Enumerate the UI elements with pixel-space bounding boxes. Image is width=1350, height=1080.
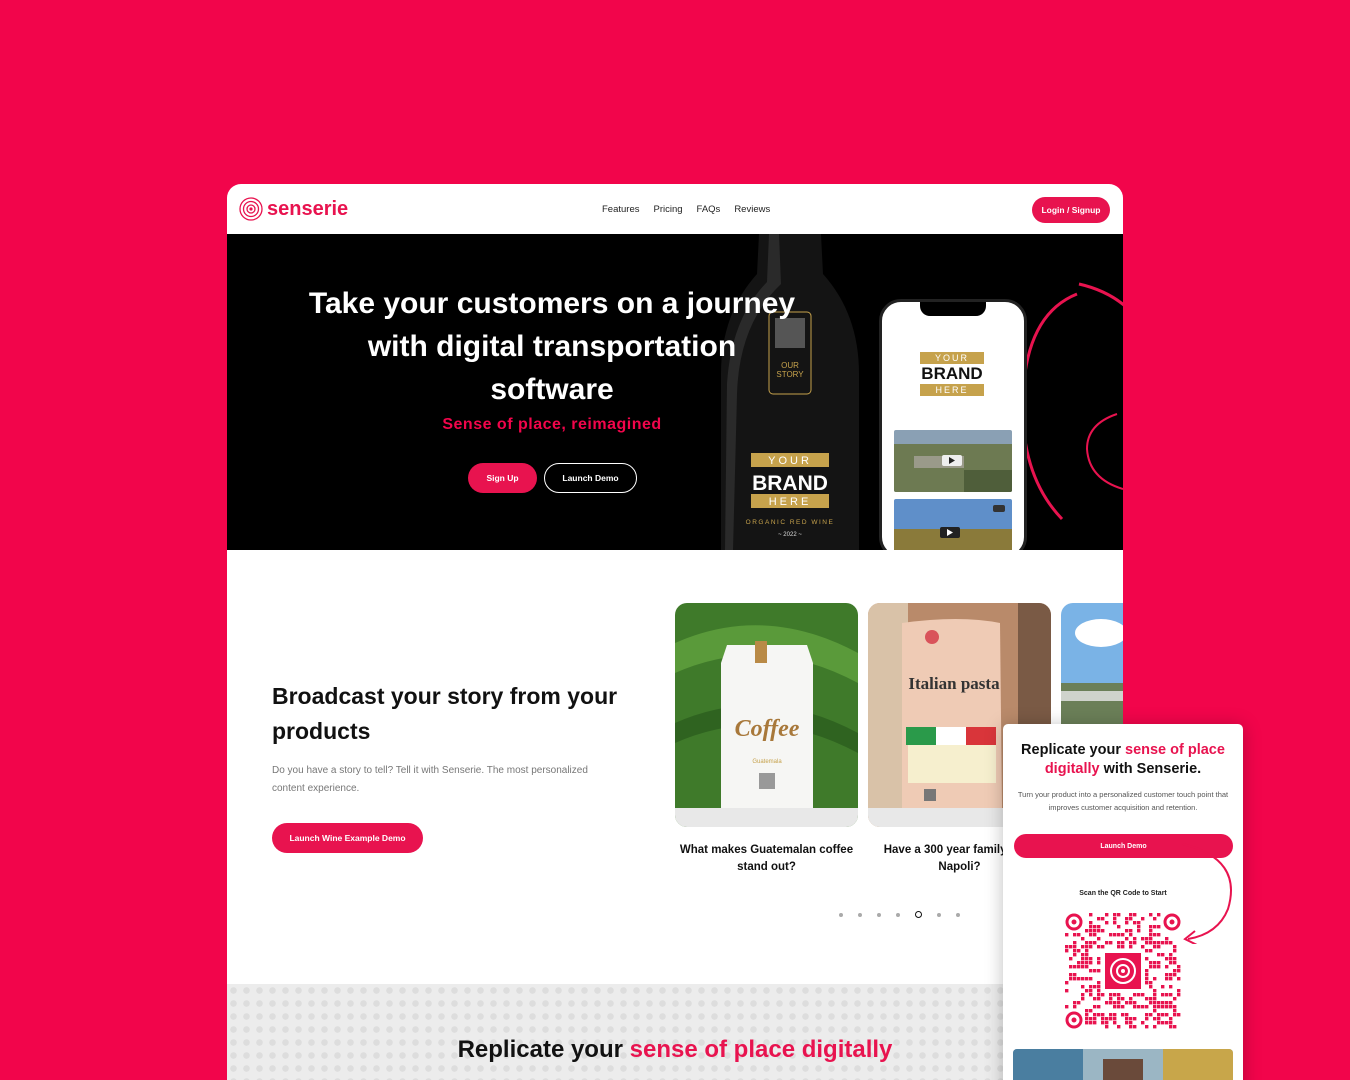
broadcast-title: Broadcast your story from your products [272,683,618,744]
store-shelf-image [1013,1049,1233,1080]
popup-title: Replicate your sense of place digitally … [1013,741,1233,779]
coffee-bag-image: Coffee Guatemala [675,603,858,827]
replicate-title-prefix: Replicate your [457,1036,630,1063]
nav-features[interactable]: Features [602,204,640,215]
nav-links: Features Pricing FAQs Reviews [602,184,770,234]
phone-notch [920,302,986,316]
login-signup-button[interactable]: Login / Signup [1032,197,1110,223]
qr-code-icon[interactable] [1065,913,1181,1029]
signup-button[interactable]: Sign Up [468,463,537,493]
popup-title-suffix: with Senserie. [1099,761,1202,777]
popup-title-prefix: Replicate your [1021,742,1125,758]
top-nav: senserie Features Pricing FAQs Reviews L… [227,184,1123,234]
phone-brand-box: YOUR BRAND HERE [920,350,984,398]
carousel-dots [839,911,960,918]
launch-wine-demo-button[interactable]: Launch Wine Example Demo [272,823,423,853]
logo-text: senserie [267,197,349,220]
coffee-bag-label: Coffee [735,716,800,742]
nav-pricing[interactable]: Pricing [654,204,683,215]
phone-brand-bot: HERE [920,384,984,396]
bottle-brand-top: YOUR [768,455,812,467]
replicate-title-highlight: sense of place digitally [629,1036,893,1063]
popup-store-image [1013,1049,1233,1080]
carousel-dot[interactable] [839,912,843,917]
curved-arrow-icon [1182,843,1232,944]
phone-brand-mid: BRAND [921,364,983,383]
carousel-dot[interactable] [877,912,881,917]
field-video-thumbnail [894,499,1012,550]
bottle-brand-mid: BRAND [752,472,828,495]
coffee-bag-sublabel: Guatemala [752,759,782,765]
bottle-brand-bot: HERE [769,496,812,508]
phone-mockup: YOUR BRAND HERE [879,299,1027,550]
pasta-bag-label: Italian pasta [908,674,1000,693]
logo[interactable]: senserie [239,197,348,221]
carousel-dot-active[interactable] [915,911,922,918]
broadcast-section: Broadcast your story from your products … [227,550,1123,984]
phone-brand-top: YOUR [920,352,984,364]
mobile-preview-card: Replicate your sense of place digitally … [1003,724,1243,1080]
carousel-dot[interactable] [937,912,941,917]
replicate-title: Replicate your sense of place digitally [227,1036,1123,1064]
decorative-arcs [1021,282,1123,521]
popup-body: Turn your product into a personalized cu… [1017,790,1229,812]
hero-subtitle: Sense of place, reimagined [442,416,662,433]
bottle-wine-type: ORGANIC RED WINE [746,519,835,526]
landscape-video-thumbnail [894,430,1012,492]
phone-video-1[interactable] [894,430,1012,492]
broadcast-body: Do you have a story to tell? Tell it wit… [272,765,588,794]
carousel-dot[interactable] [858,912,862,917]
phone-video-2[interactable] [894,499,1012,550]
browser-window: senserie Features Pricing FAQs Reviews L… [227,184,1123,1080]
hero-section: OUR STORY YOUR BRAND HERE ORGANIC RED WI… [227,234,1123,550]
hero-title: Take your customers on a journey with di… [308,287,796,406]
carousel-card-coffee[interactable]: Coffee Guatemala [675,603,858,827]
senserie-logo-icon [239,197,263,221]
card-caption-coffee: What makes Guatemalan coffee stand out? [679,844,854,873]
launch-demo-button[interactable]: Launch Demo [544,463,637,493]
carousel-dot[interactable] [896,912,900,917]
nav-reviews[interactable]: Reviews [734,204,770,215]
carousel-dot[interactable] [956,912,960,917]
replicate-section: Replicate your sense of place digitally [227,984,1123,1080]
bottle-year: ~ 2022 ~ [778,532,802,538]
nav-faqs[interactable]: FAQs [697,204,721,215]
